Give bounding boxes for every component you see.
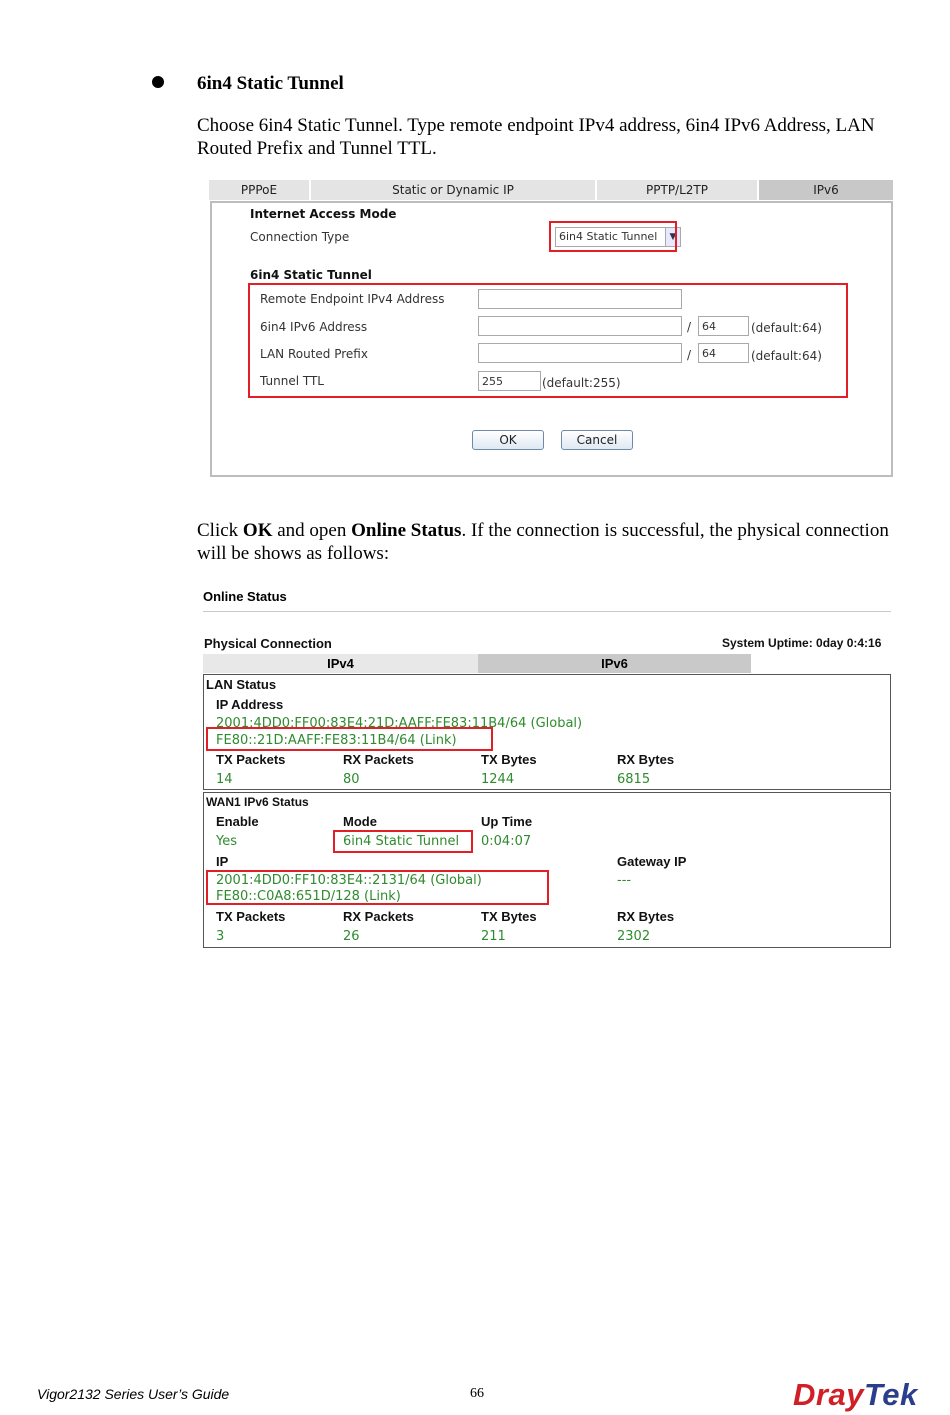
- click-text-2: and open: [272, 520, 352, 541]
- tab-ipv4[interactable]: IPv4: [203, 654, 478, 673]
- wan-enable-label: Enable: [216, 814, 259, 829]
- lan-rx-packets-header: RX Packets: [343, 752, 414, 767]
- section-title: 6in4 Static Tunnel: [197, 73, 344, 94]
- remote-endpoint-label: Remote Endpoint IPv4 Address: [260, 292, 445, 306]
- wan-tx-packets: 3: [216, 929, 225, 944]
- tunnel-ttl-label: Tunnel TTL: [260, 374, 324, 388]
- wan-uptime-value: 0:04:07: [481, 834, 532, 849]
- click-text-1: Click: [197, 520, 243, 541]
- ipv6-address-input[interactable]: [478, 316, 682, 336]
- click-ok-bold: OK: [242, 520, 273, 541]
- lan-prefix-length-input[interactable]: [698, 343, 749, 363]
- ipv6-address-label: 6in4 IPv6 Address: [260, 320, 368, 334]
- wan-gateway-label: Gateway IP: [617, 854, 687, 869]
- connection-type-label: Connection Type: [250, 230, 350, 244]
- online-status-divider: [203, 611, 891, 612]
- tab-ipv6-status[interactable]: IPv6: [478, 654, 751, 673]
- tunnel-ttl-input[interactable]: [478, 371, 541, 391]
- wan-mode-highlight: [333, 830, 473, 853]
- page-number: 66: [470, 1386, 484, 1401]
- lan-status-heading: LAN Status: [206, 677, 277, 692]
- wan-status-heading: WAN1 IPv6 Status: [206, 795, 309, 809]
- ipv6-slash: /: [687, 320, 692, 334]
- lan-ip-label: IP Address: [216, 697, 284, 712]
- footer-guide-title: Vigor2132 Series User’s Guide: [37, 1386, 230, 1402]
- click-paragraph: Click OK and open Online Status. If the …: [197, 519, 897, 565]
- tunnel-heading: 6in4 Static Tunnel: [250, 268, 372, 282]
- access-mode-heading: Internet Access Mode: [250, 207, 397, 221]
- cancel-button[interactable]: Cancel: [561, 430, 633, 450]
- section-intro: Choose 6in4 Static Tunnel. Type remote e…: [197, 115, 875, 159]
- wan-ip-highlight: [206, 870, 549, 905]
- lan-prefix-label: LAN Routed Prefix: [260, 347, 368, 361]
- ipv6-prefix-input[interactable]: [698, 316, 749, 336]
- wan-tx-bytes-header: TX Bytes: [481, 909, 537, 924]
- wan-gateway-value: ---: [617, 873, 632, 888]
- lan-tx-packets: 14: [216, 772, 233, 787]
- connection-type-highlight: [549, 221, 677, 252]
- click-online-bold: Online Status: [351, 520, 462, 541]
- lan-slash: /: [687, 348, 692, 362]
- physical-connection-label: Physical Connection: [204, 636, 332, 651]
- wan-ip-label: IP: [216, 854, 229, 869]
- tab-static-dynamic-ip[interactable]: Static or Dynamic IP: [311, 180, 597, 200]
- tab-pptp-l2tp[interactable]: PPTP/L2TP: [597, 180, 759, 200]
- lan-prefix-default: (default:64): [751, 349, 822, 363]
- wan-tx-packets-header: TX Packets: [216, 909, 286, 924]
- tunnel-ttl-default: (default:255): [542, 376, 621, 390]
- wan-rx-packets-header: RX Packets: [343, 909, 414, 924]
- lan-tx-bytes-header: TX Bytes: [481, 752, 537, 767]
- wan-rx-bytes-header: RX Bytes: [617, 909, 675, 924]
- lan-link-highlight: [206, 727, 493, 751]
- lan-rx-packets: 80: [343, 772, 360, 787]
- logo-part-tek: Tek: [863, 1377, 918, 1412]
- wan-tx-bytes: 211: [481, 929, 506, 944]
- ok-button[interactable]: OK: [472, 430, 544, 450]
- wan-mode-label: Mode: [343, 814, 377, 829]
- lan-rx-bytes-header: RX Bytes: [617, 752, 675, 767]
- lan-tx-packets-header: TX Packets: [216, 752, 286, 767]
- system-uptime: System Uptime: 0day 0:4:16: [722, 636, 882, 650]
- draytek-logo: DrayTek: [793, 1377, 918, 1413]
- lan-rx-bytes: 6815: [617, 772, 651, 787]
- ip-version-tabs: IPv4 IPv6: [203, 654, 751, 673]
- tab-pppoe[interactable]: PPPoE: [209, 180, 311, 200]
- ipv6-prefix-default: (default:64): [751, 321, 822, 335]
- lan-prefix-input[interactable]: [478, 343, 682, 363]
- online-status-title: Online Status: [203, 589, 287, 604]
- lan-tx-bytes: 1244: [481, 772, 515, 787]
- wan-enable-value: Yes: [216, 834, 237, 849]
- connection-tabs: PPPoE Static or Dynamic IP PPTP/L2TP IPv…: [209, 180, 893, 200]
- wan-rx-packets: 26: [343, 929, 360, 944]
- remote-endpoint-input[interactable]: [478, 289, 682, 309]
- wan-uptime-label: Up Time: [481, 814, 533, 829]
- tab-ipv6[interactable]: IPv6: [759, 180, 893, 200]
- wan-rx-bytes: 2302: [617, 929, 651, 944]
- bullet-icon: [152, 76, 164, 88]
- logo-part-dray: Dray: [793, 1377, 864, 1412]
